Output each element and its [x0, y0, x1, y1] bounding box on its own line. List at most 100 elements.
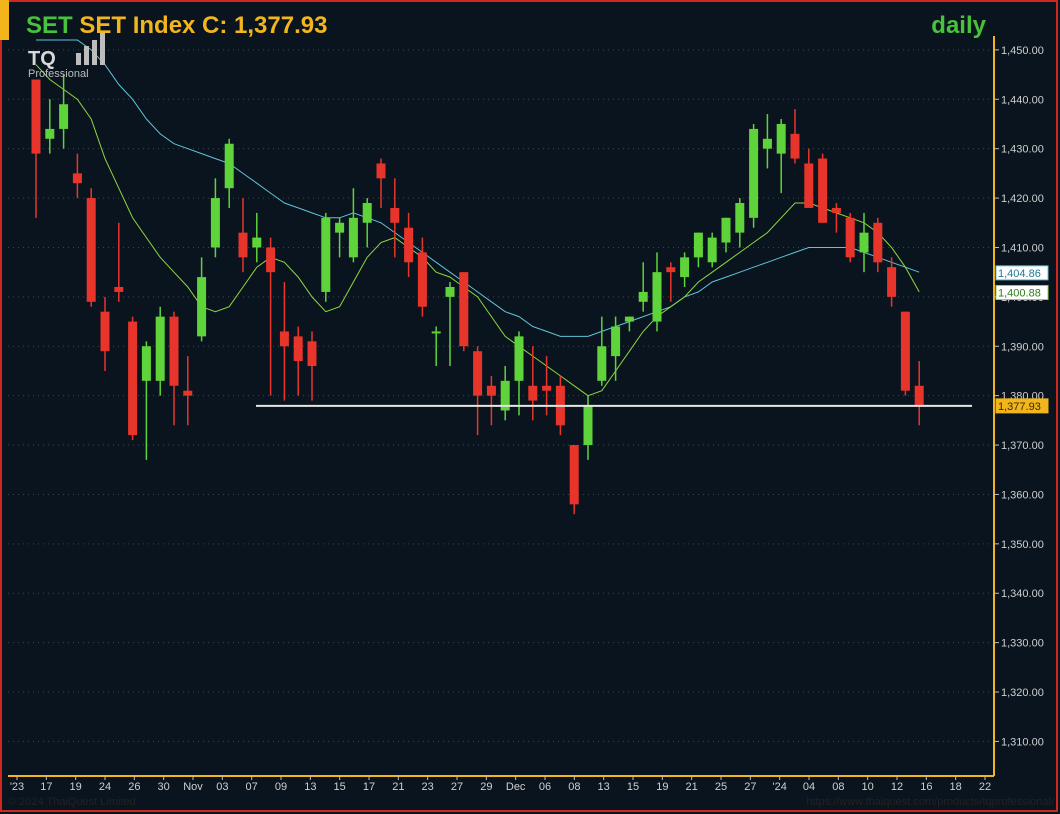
y-tick-label: 1,450.00	[1001, 45, 1044, 57]
candle	[321, 212, 331, 302]
candle-body	[335, 222, 345, 233]
price-label-close: 1,377.93	[995, 398, 1049, 414]
y-tick-label: 1,440.00	[1001, 94, 1044, 106]
candle-body	[680, 257, 690, 278]
y-tick-label: 1,410.00	[1001, 242, 1044, 254]
y-tick-label: 1,350.00	[1001, 539, 1044, 551]
candle-body	[431, 331, 441, 334]
candle-body	[100, 311, 110, 352]
chart-title: SET SET Index C: 1,377.93	[26, 12, 327, 39]
x-tick-label: 03	[216, 781, 228, 793]
candle-body	[45, 128, 55, 139]
candle-body	[528, 385, 538, 401]
x-tick-label: 15	[334, 781, 346, 793]
candle-body	[155, 316, 165, 381]
candle-body	[776, 123, 786, 154]
x-tick-label: 12	[891, 781, 903, 793]
x-tick-label: 22	[979, 781, 991, 793]
candle-body	[721, 217, 731, 243]
candle-body	[390, 207, 400, 223]
title-index-close: SET Index C: 1,377.93	[73, 12, 328, 39]
candle-body	[279, 331, 289, 347]
candle-body	[86, 198, 96, 302]
candle-body	[845, 217, 855, 258]
x-tick-label: '23	[10, 781, 24, 793]
candle-body	[859, 232, 869, 253]
x-tick-label: 19	[70, 781, 82, 793]
source-url: https://www.thaiquest.com/products/tqpro…	[806, 796, 1054, 808]
candle-body	[348, 217, 358, 258]
candle	[86, 188, 96, 307]
candle-body	[597, 346, 607, 381]
period-label: daily	[931, 12, 986, 39]
candle-body	[224, 143, 234, 189]
price-label-text: 1,404.86	[998, 268, 1041, 280]
x-tick-label: 21	[392, 781, 404, 793]
title-symbol: SET	[26, 12, 73, 39]
x-tick-label: 15	[627, 781, 639, 793]
candle-body	[873, 222, 883, 263]
candle-body	[128, 321, 138, 436]
x-tick-label: 27	[451, 781, 463, 793]
candle-body	[321, 217, 331, 292]
candle-body	[114, 286, 124, 292]
candle-body	[473, 351, 483, 396]
candle-body	[900, 311, 910, 391]
price-label-ma_short: 1,400.88	[995, 285, 1049, 301]
candle	[900, 311, 910, 396]
candle-body	[693, 232, 703, 258]
logo-bar-icon	[92, 40, 97, 65]
x-tick-label: 29	[480, 781, 492, 793]
x-tick-label: 04	[803, 781, 815, 793]
candle-body	[169, 316, 179, 386]
candle-body	[31, 79, 41, 154]
candle	[569, 445, 579, 515]
candle-body	[583, 405, 593, 446]
candle-body	[542, 385, 552, 391]
x-tick-label: 13	[304, 781, 316, 793]
candle-body	[514, 336, 524, 381]
x-tick-label: 26	[128, 781, 140, 793]
candle-body	[831, 207, 841, 213]
title-accent-bar	[0, 0, 9, 40]
x-tick-label: 30	[158, 781, 170, 793]
x-tick-label: 08	[832, 781, 844, 793]
x-tick-label: 16	[920, 781, 932, 793]
candle-body	[72, 173, 82, 184]
candle	[707, 232, 717, 268]
candle-body	[459, 272, 469, 347]
x-tick-label: '24	[772, 781, 786, 793]
x-tick-label: 07	[246, 781, 258, 793]
y-tick-label: 1,420.00	[1001, 193, 1044, 205]
candle-body	[652, 272, 662, 322]
candle-body	[887, 267, 897, 297]
x-tick-label: 23	[422, 781, 434, 793]
candle-body	[252, 237, 262, 248]
x-tick-label: 17	[363, 781, 375, 793]
x-tick-label: 18	[950, 781, 962, 793]
candle-body	[376, 163, 386, 179]
candle-body	[445, 286, 455, 297]
candle-body	[624, 316, 634, 322]
y-tick-label: 1,430.00	[1001, 144, 1044, 156]
candle-body	[735, 203, 745, 233]
x-tick-label: 17	[40, 781, 52, 793]
x-tick-label: Dec	[506, 781, 526, 793]
y-tick-label: 1,330.00	[1001, 638, 1044, 650]
y-tick-label: 1,390.00	[1001, 341, 1044, 353]
logo-mark: TQ	[28, 48, 56, 70]
x-tick-label: 25	[715, 781, 727, 793]
candle-body	[611, 326, 621, 357]
candle-body	[638, 291, 648, 302]
logo-subtitle: Professional	[28, 68, 89, 80]
y-tick-label: 1,310.00	[1001, 736, 1044, 748]
candle-body	[210, 198, 220, 248]
candle-body	[707, 237, 717, 263]
candle-body	[307, 341, 317, 367]
candle	[845, 212, 855, 263]
price-label-ma_long: 1,404.86	[995, 265, 1049, 281]
x-tick-label: 21	[686, 781, 698, 793]
x-tick-label: 06	[539, 781, 551, 793]
price-label-text: 1,400.88	[998, 288, 1041, 300]
candle-body	[293, 336, 303, 362]
